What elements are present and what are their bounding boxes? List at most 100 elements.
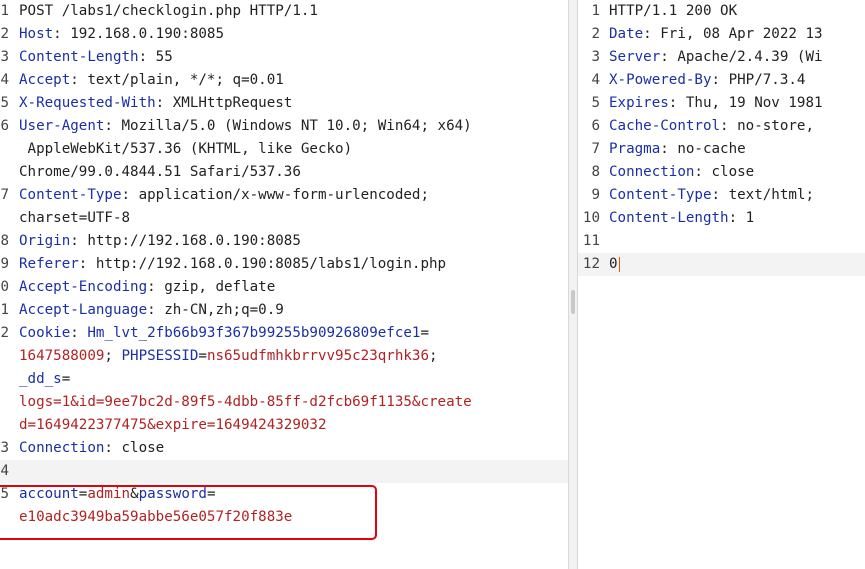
request-line[interactable]: 8 Origin: http://192.168.0.190:8085: [0, 230, 568, 253]
text-segment: : text/plain, */*; q=0.01: [70, 72, 284, 88]
line-text: 0: [609, 253, 620, 276]
line-number: 8: [591, 164, 600, 180]
line-number: 7: [0, 187, 9, 203]
line-number: 9: [0, 256, 9, 272]
text-caret: [618, 256, 620, 272]
request-line[interactable]: 2 Host: 192.168.0.190:8085: [0, 23, 568, 46]
response-line[interactable]: 5 Expires: Thu, 19 Nov 1981: [578, 92, 865, 115]
line-text: X-Powered-By: PHP/7.3.4: [609, 69, 805, 92]
param-name: PHPSESSID: [121, 348, 199, 364]
response-line[interactable]: 12 0: [578, 253, 865, 276]
line-text: Expires: Thu, 19 Nov 1981: [609, 92, 823, 115]
line-text: Content-Length: 1: [609, 207, 754, 230]
header-name: X-Powered-By: [609, 72, 712, 88]
response-line[interactable]: 1 HTTP/1.1 200 OK: [578, 0, 865, 23]
response-editor[interactable]: 1 HTTP/1.1 200 OK 2 Date: Fri, 08 Apr 2022 …: [578, 0, 865, 569]
header-name: Accept: [19, 72, 71, 88]
text-segment: : http://192.168.0.190:8085: [70, 233, 301, 249]
request-line[interactable]: _dd_s=: [0, 368, 568, 391]
response-line[interactable]: 3 Server: Apache/2.4.39 (Wi: [578, 46, 865, 69]
request-line[interactable]: logs=1&id=9ee7bc2d-89f5-4dbb-85ff-d2fcb6…: [0, 391, 568, 414]
request-line[interactable]: 3 Connection: close: [0, 437, 568, 460]
response-line[interactable]: 9 Content-Type: text/html;: [578, 184, 865, 207]
line-number: 6: [591, 118, 600, 134]
line-number: 8: [0, 233, 9, 249]
text-segment: : 192.168.0.190:8085: [53, 26, 225, 42]
param-value: ns65udfmhkbrrvv95c23qrhk36: [206, 348, 430, 364]
request-line[interactable]: 4: [0, 460, 568, 483]
text-segment: ;: [429, 348, 438, 364]
line-text: d=1649422377475&expire=1649424329032: [19, 414, 327, 437]
line-number: 3: [591, 49, 600, 65]
line-text: Accept-Encoding: gzip, deflate: [19, 276, 275, 299]
header-name: Cookie: [19, 325, 71, 341]
line-text: AppleWebKit/537.36 (KHTML, like Gecko): [19, 138, 353, 161]
request-line[interactable]: d=1649422377475&expire=1649424329032: [0, 414, 568, 437]
response-line[interactable]: 8 Connection: close: [578, 161, 865, 184]
line-text: POST /labs1/checklogin.php HTTP/1.1: [19, 0, 318, 23]
request-line[interactable]: 1 POST /labs1/checklogin.php HTTP/1.1: [0, 0, 568, 23]
request-line[interactable]: 4 Accept: text/plain, */*; q=0.01: [0, 69, 568, 92]
text-segment: =: [420, 325, 430, 341]
text-segment: : Fri, 08 Apr 2022 13: [643, 26, 823, 42]
header-name: Content-Length: [19, 49, 139, 65]
text-segment: POST /labs1/checklogin.php HTTP/1.1: [19, 3, 318, 19]
header-name: Connection: [19, 440, 105, 456]
line-number: 7: [591, 141, 600, 157]
param-name: Hm_lvt_2fb66b93f367b99255b90926809efce1: [87, 325, 421, 341]
response-line[interactable]: 7 Pragma: no-cache: [578, 138, 865, 161]
text-segment: charset=UTF-8: [19, 210, 131, 226]
response-line[interactable]: 4 X-Powered-By: PHP/7.3.4: [578, 69, 865, 92]
highlight-annotation-box: [0, 485, 377, 540]
request-line[interactable]: 1647588009; PHPSESSID=ns65udfmhkbrrvv95c…: [0, 345, 568, 368]
request-line[interactable]: 3 Content-Length: 55: [0, 46, 568, 69]
line-number: 2: [591, 26, 600, 42]
request-line[interactable]: 1 Accept-Language: zh-CN,zh;q=0.9: [0, 299, 568, 322]
text-segment: : no-cache: [660, 141, 746, 157]
text-segment: : zh-CN,zh;q=0.9: [147, 302, 284, 318]
request-line[interactable]: 0 Accept-Encoding: gzip, deflate: [0, 276, 568, 299]
text-segment: Chrome/99.0.4844.51 Safari/537.36: [19, 164, 301, 180]
line-text: Cache-Control: no-store,: [609, 115, 814, 138]
splitter-grip-icon[interactable]: [571, 290, 575, 314]
text-segment: : Thu, 19 Nov 1981: [668, 95, 823, 111]
line-text: Server: Apache/2.4.39 (Wi: [609, 46, 823, 69]
line-text: Referer: http://192.168.0.190:8085/labs1…: [19, 253, 446, 276]
request-line[interactable]: 5 X-Requested-With: XMLHttpRequest: [0, 92, 568, 115]
line-text: logs=1&id=9ee7bc2d-89f5-4dbb-85ff-d2fcb6…: [19, 391, 472, 414]
request-line[interactable]: AppleWebKit/537.36 (KHTML, like Gecko): [0, 138, 568, 161]
response-line[interactable]: 2 Date: Fri, 08 Apr 2022 13: [578, 23, 865, 46]
text-segment: : Apache/2.4.39 (Wi: [660, 49, 823, 65]
request-line[interactable]: 9 Referer: http://192.168.0.190:8085/labs…: [0, 253, 568, 276]
line-text: Host: 192.168.0.190:8085: [19, 23, 224, 46]
response-line[interactable]: 11: [578, 230, 865, 253]
line-number: 11: [582, 233, 600, 249]
line-number: 1: [0, 3, 9, 19]
text-segment: : text/html;: [711, 187, 815, 203]
line-number: 10: [582, 210, 600, 226]
request-line[interactable]: charset=UTF-8: [0, 207, 568, 230]
request-line[interactable]: 6 User-Agent: Mozilla/5.0 (Windows NT 10.…: [0, 115, 568, 138]
request-editor[interactable]: 1 POST /labs1/checklogin.php HTTP/1.1 2 Hos…: [0, 0, 568, 569]
line-text: Connection: close: [19, 437, 164, 460]
pane-splitter[interactable]: [568, 0, 578, 569]
header-name: X-Requested-With: [19, 95, 156, 111]
param-name: _dd_s: [19, 371, 62, 387]
line-text: Content-Type: application/x-www-form-url…: [19, 184, 429, 207]
request-line[interactable]: 7 Content-Type: application/x-www-form-ur…: [0, 184, 568, 207]
line-number: 4: [0, 463, 9, 479]
header-name: Origin: [19, 233, 71, 249]
request-line[interactable]: Chrome/99.0.4844.51 Safari/537.36: [0, 161, 568, 184]
line-text: charset=UTF-8: [19, 207, 130, 230]
line-number: 0: [0, 279, 9, 295]
line-number: 9: [591, 187, 600, 203]
text-segment: ;: [104, 348, 122, 364]
response-line[interactable]: 6 Cache-Control: no-store,: [578, 115, 865, 138]
header-name: Host: [19, 26, 54, 42]
line-number: 3: [0, 49, 9, 65]
line-number: 6: [0, 118, 9, 134]
line-number: 5: [591, 95, 600, 111]
response-line[interactable]: 10 Content-Length: 1: [578, 207, 865, 230]
line-text: Content-Length: 55: [19, 46, 173, 69]
request-line[interactable]: 2 Cookie: Hm_lvt_2fb66b93f367b99255b90926…: [0, 322, 568, 345]
